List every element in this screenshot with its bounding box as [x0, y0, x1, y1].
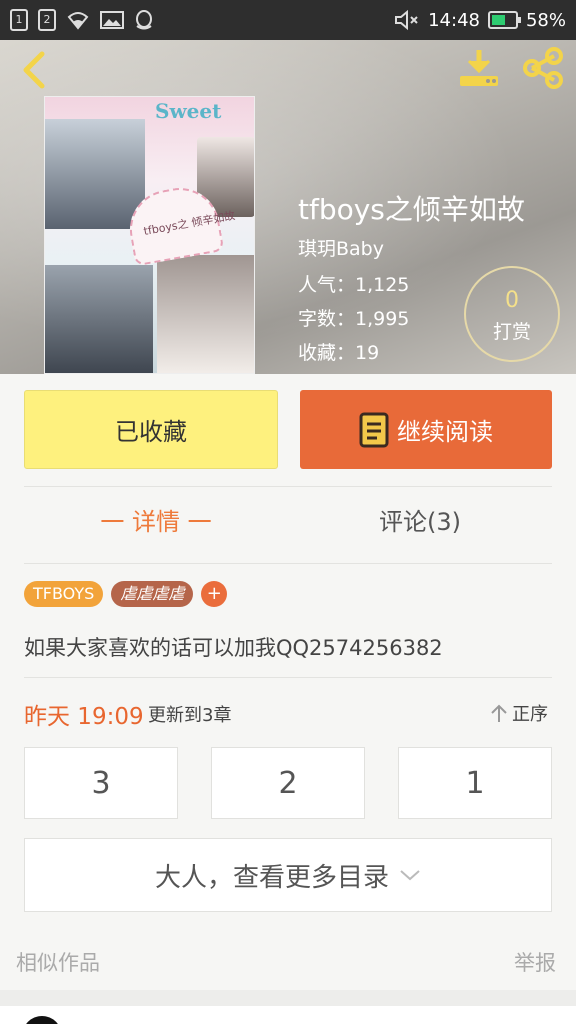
- cover-photo-bottom-right: [157, 255, 254, 373]
- chapter-button[interactable]: 1: [398, 747, 552, 819]
- divider: [24, 563, 552, 564]
- cover-photo-top-left: [45, 119, 145, 229]
- sort-order-button[interactable]: 正序: [490, 700, 548, 726]
- popularity-stat: 人气：1,125: [298, 274, 410, 296]
- similar-works-heading: 相似作品: [16, 951, 100, 975]
- tag-list: TFBOYS 虐虐虐虐 +: [24, 581, 228, 607]
- update-info: 更新到3章: [148, 705, 232, 726]
- favorites-stat: 收藏：19: [298, 342, 380, 364]
- reward-count: 0: [505, 288, 519, 313]
- tag-nue[interactable]: 虐虐虐虐: [111, 581, 194, 607]
- similar-works-card[interactable]: [0, 1006, 576, 1024]
- add-tag-icon[interactable]: +: [201, 581, 228, 607]
- book-cover[interactable]: Sweet tfboys之 倾辛如故: [44, 96, 255, 374]
- reward-label: 打赏: [492, 321, 531, 343]
- battery-icon: [487, 11, 521, 29]
- sim1-icon: 1: [10, 9, 28, 31]
- more-catalog-label: 大人，查看更多目录: [154, 862, 389, 893]
- update-time: 昨天 19:09: [24, 704, 144, 730]
- share-icon[interactable]: [520, 46, 566, 90]
- tab-comments[interactable]: 评论(3): [288, 502, 552, 537]
- status-bar: 1 2 14:48 58%: [0, 0, 576, 40]
- sim2-icon: 2: [38, 9, 56, 31]
- favorite-button[interactable]: 已收藏: [24, 390, 278, 469]
- book-title: tfboys之倾辛如故: [298, 193, 525, 226]
- back-icon[interactable]: [14, 48, 54, 92]
- chapter-button[interactable]: 3: [24, 747, 178, 819]
- word-count-stat: 字数：1,995: [298, 308, 410, 330]
- chevron-down-icon: [400, 870, 420, 881]
- download-icon[interactable]: [456, 46, 502, 90]
- chapter-button[interactable]: 2: [211, 747, 365, 819]
- continue-reading-label: 继续阅读: [397, 418, 493, 446]
- battery-percent: 58%: [525, 9, 566, 31]
- more-catalog-button[interactable]: 大人，查看更多目录: [24, 838, 552, 912]
- sort-order-label: 正序: [512, 704, 548, 725]
- cover-logo-text: Sweet: [155, 99, 222, 123]
- book-author[interactable]: 琪玥Baby: [298, 234, 384, 261]
- divider: [24, 677, 552, 678]
- qq-icon: [136, 10, 152, 30]
- divider: [24, 486, 552, 487]
- reward-button[interactable]: 0 打赏: [464, 266, 560, 362]
- tag-tfboys[interactable]: TFBOYS: [24, 581, 104, 607]
- tab-detail[interactable]: 一 详情 一: [24, 502, 288, 537]
- mute-icon: [395, 9, 418, 31]
- image-notification-icon: [100, 11, 124, 29]
- wifi-icon: [67, 12, 89, 30]
- book-intro: 如果大家喜欢的话可以加我QQ2574256382: [24, 636, 443, 660]
- continue-reading-button[interactable]: 继续阅读: [300, 390, 552, 469]
- book-icon: [359, 412, 389, 447]
- status-time: 14:48: [428, 9, 480, 31]
- report-link[interactable]: 举报: [514, 947, 556, 977]
- cover-photo-bottom-left: [45, 265, 153, 373]
- arrow-up-icon: [491, 704, 507, 722]
- book-header: Sweet tfboys之 倾辛如故 tfboys之倾辛如故 琪玥Baby 人气…: [0, 40, 576, 374]
